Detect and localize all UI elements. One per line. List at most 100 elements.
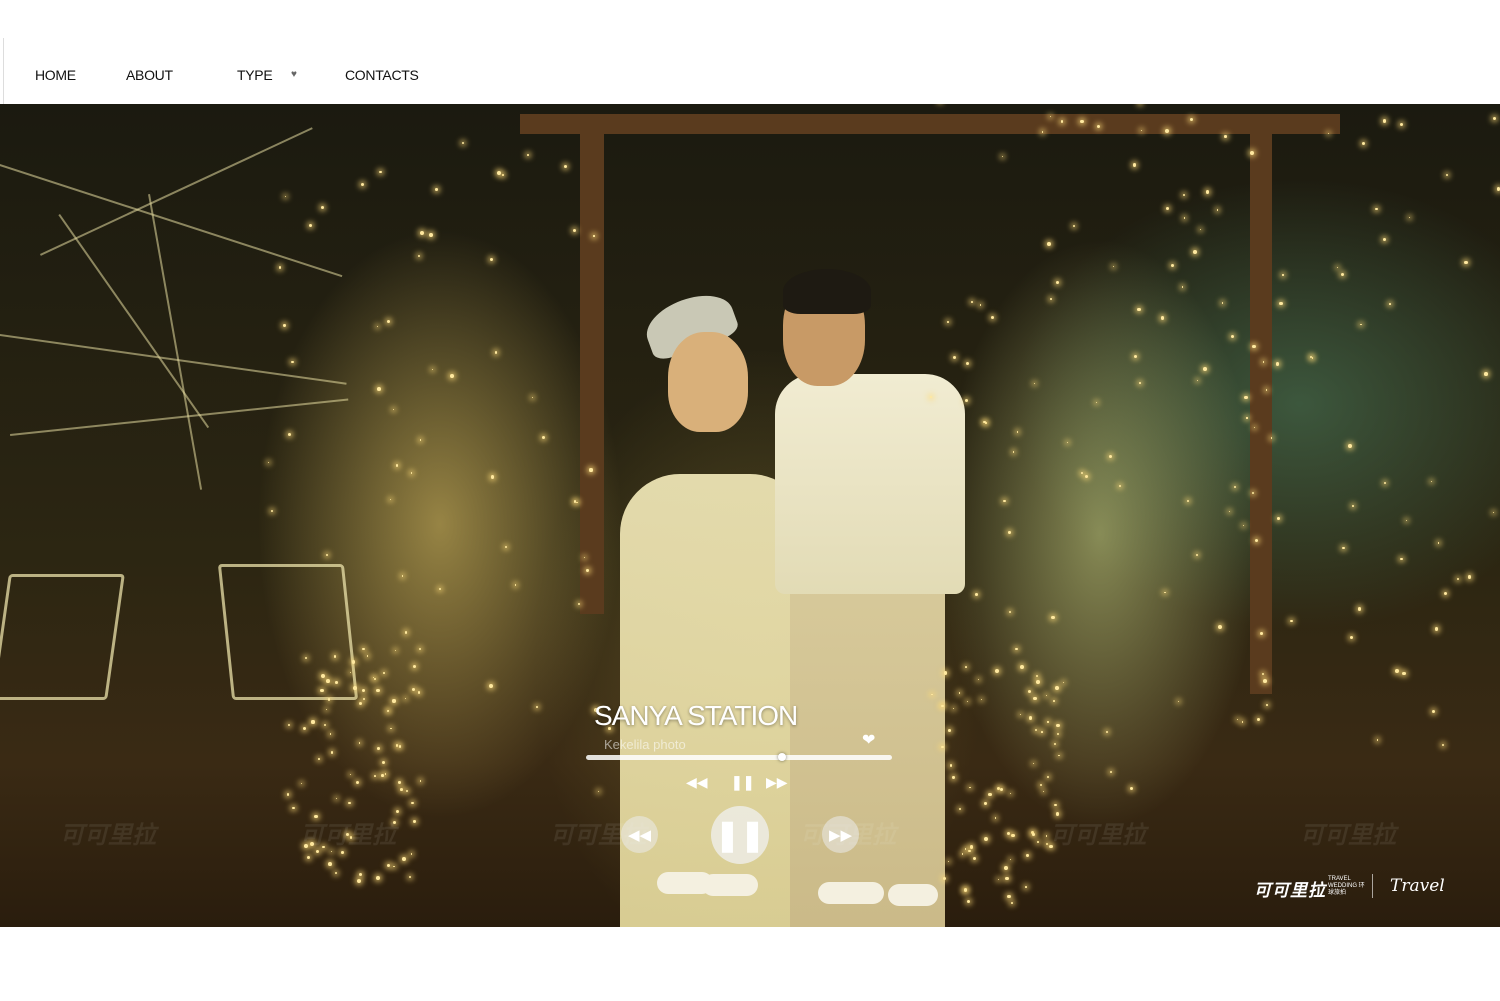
spark — [984, 837, 988, 842]
heart-icon[interactable]: ❤ — [862, 730, 875, 750]
spark — [362, 647, 365, 650]
spark — [381, 761, 385, 765]
spark — [328, 861, 333, 866]
spark — [1400, 557, 1403, 561]
spark — [1027, 690, 1031, 694]
spark — [1045, 843, 1048, 846]
play-pause-button[interactable]: ❚❚ — [711, 806, 769, 864]
spark — [999, 787, 1003, 791]
spark — [394, 649, 397, 651]
spark — [392, 699, 396, 703]
spark — [1056, 281, 1059, 284]
spark — [411, 802, 414, 805]
spark — [1033, 696, 1037, 700]
nav-type-link[interactable]: TYPE — [237, 67, 273, 83]
spark — [942, 876, 946, 880]
dome-frame — [0, 164, 343, 278]
spark — [292, 806, 295, 810]
nav-home-link[interactable]: HOME — [35, 67, 76, 83]
spark — [405, 789, 408, 793]
bride-head — [668, 332, 748, 432]
spark — [1054, 803, 1057, 806]
spark — [964, 665, 967, 668]
spark — [1186, 499, 1190, 503]
spark — [1011, 833, 1015, 838]
spark — [1205, 190, 1209, 194]
pause-icon[interactable]: ❚❚ — [731, 774, 754, 791]
spark — [1270, 437, 1272, 439]
next-button[interactable]: ▶▶ — [822, 816, 859, 853]
shoe — [702, 874, 758, 896]
fast-forward-icon[interactable]: ▶▶ — [766, 774, 788, 791]
spark — [1109, 454, 1113, 458]
spark — [283, 324, 286, 327]
spark — [1137, 307, 1141, 312]
nav-contacts-link[interactable]: CONTACTS — [345, 67, 419, 83]
spark — [1195, 553, 1198, 556]
spark — [1457, 578, 1460, 581]
spark — [1085, 474, 1089, 478]
spark — [335, 798, 338, 800]
spark — [1036, 674, 1039, 678]
spark — [1130, 787, 1134, 791]
spark — [1216, 209, 1219, 211]
spark — [390, 727, 392, 729]
nav-about-link[interactable]: ABOUT — [126, 67, 173, 83]
spark — [1165, 207, 1169, 211]
spark — [1045, 835, 1048, 837]
spark — [320, 206, 324, 210]
spark — [450, 374, 454, 379]
spark — [1468, 575, 1472, 579]
spark — [966, 900, 970, 904]
spark — [1032, 762, 1034, 764]
spark — [1394, 669, 1399, 673]
progress-knob[interactable] — [777, 753, 786, 761]
spark — [461, 141, 465, 145]
spark — [974, 592, 978, 596]
spark — [386, 320, 390, 324]
spark — [972, 857, 976, 861]
spark — [1133, 354, 1138, 359]
spark — [1012, 450, 1015, 453]
spark — [1008, 531, 1011, 534]
spark — [527, 154, 530, 156]
spark — [382, 671, 385, 674]
progress-bar[interactable] — [586, 753, 892, 761]
hero-photo — [0, 104, 1500, 927]
spark — [1170, 264, 1174, 268]
spark — [968, 849, 972, 853]
spark — [398, 781, 401, 784]
spark — [1160, 316, 1165, 320]
spark — [1375, 207, 1378, 211]
spark — [287, 793, 290, 796]
spark — [1182, 193, 1186, 197]
groom-hair — [783, 269, 871, 314]
spark — [1052, 700, 1055, 702]
chevron-down-icon[interactable]: ♥ — [291, 69, 297, 80]
rewind-icon[interactable]: ◀◀ — [686, 774, 708, 791]
spark — [598, 791, 600, 793]
spark — [965, 398, 969, 402]
spark — [995, 668, 1000, 673]
previous-button[interactable]: ◀◀ — [621, 816, 658, 853]
spark — [1349, 635, 1354, 639]
dome-frame — [58, 214, 210, 429]
spark — [378, 170, 382, 174]
folding-chair — [217, 564, 359, 700]
spark — [576, 501, 578, 504]
pause-icon: ❚❚ — [714, 818, 766, 852]
spark — [1405, 519, 1408, 522]
spark — [965, 361, 970, 366]
spark — [1441, 744, 1444, 746]
spark — [998, 878, 1000, 881]
spark — [1282, 274, 1284, 276]
spark — [514, 584, 516, 586]
spark — [1389, 303, 1391, 305]
top-navigation: HOME ABOUT TYPE ♥ CONTACTS — [3, 38, 712, 105]
spark — [327, 698, 330, 701]
spark — [1362, 141, 1366, 145]
spark — [1005, 877, 1009, 881]
spark — [1484, 372, 1488, 376]
spark — [376, 387, 381, 391]
shoe — [818, 882, 884, 904]
